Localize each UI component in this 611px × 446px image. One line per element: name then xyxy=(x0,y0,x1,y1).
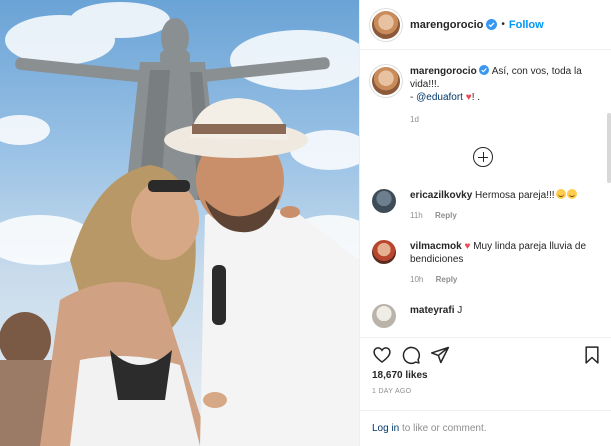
caption-avatar[interactable] xyxy=(372,67,400,95)
grinning-emoji-icon xyxy=(555,189,566,199)
author-line: marengorocio • Follow xyxy=(410,19,544,31)
caption: marengorocio Así, con vos, toda la vida!… xyxy=(372,65,597,126)
plus-circle-icon[interactable] xyxy=(473,147,493,167)
comment-item: ericazilkovky Hermosa pareja!!! 11h Repl… xyxy=(372,189,597,222)
caption-username[interactable]: marengorocio xyxy=(410,66,477,77)
commenter-avatar[interactable] xyxy=(372,189,396,213)
comments-section[interactable]: marengorocio Así, con vos, toda la vida!… xyxy=(360,51,611,337)
comment-time[interactable]: 11h xyxy=(410,211,423,220)
login-link[interactable]: Log in xyxy=(372,423,399,434)
comment-body: vilmacmok ♥ Muy linda pareja lluvia de b… xyxy=(410,240,597,286)
heart-emoji-icon: ♥ xyxy=(464,241,471,252)
author-avatar[interactable] xyxy=(372,10,400,39)
heart-icon[interactable] xyxy=(372,345,392,365)
comment-meta: 10h Reply xyxy=(410,273,597,286)
verified-badge-icon xyxy=(486,19,498,30)
comment-username[interactable]: vilmacmok xyxy=(410,241,462,252)
reply-button[interactable]: Reply xyxy=(435,211,457,220)
post-side-panel: marengorocio • Follow marengorocio Así, … xyxy=(359,0,611,446)
commenter-avatar[interactable] xyxy=(372,240,396,264)
comment-text: J xyxy=(457,305,463,316)
bookmark-icon[interactable] xyxy=(582,345,602,365)
commenter-avatar[interactable] xyxy=(372,304,396,328)
comment-username[interactable]: ericazilkovky xyxy=(410,190,472,201)
login-prompt-text: to like or comment. xyxy=(399,423,487,434)
photo-illustration xyxy=(0,2,359,446)
comment-text: Hermosa pareja!!! xyxy=(475,190,555,201)
caption-mention-link[interactable]: @eduafort xyxy=(416,92,463,103)
comment-icon[interactable] xyxy=(401,345,421,365)
comment-time[interactable]: 10h xyxy=(410,275,423,284)
caption-suffix: ! . xyxy=(471,92,481,103)
action-icons xyxy=(372,345,602,367)
comment-item: vilmacmok ♥ Muy linda pareja lluvia de b… xyxy=(372,240,597,286)
comments-scrollbar[interactable] xyxy=(607,113,611,183)
comment-meta: 11h Reply xyxy=(410,209,597,222)
post-header: marengorocio • Follow xyxy=(360,0,611,50)
reply-button[interactable]: Reply xyxy=(436,275,458,284)
author-username[interactable]: marengorocio xyxy=(410,19,483,31)
post-photo[interactable] xyxy=(0,0,359,446)
caption-time[interactable]: 1d xyxy=(410,113,597,126)
smiling-emoji-icon xyxy=(566,189,577,199)
post-date[interactable]: 1 DAY AGO xyxy=(372,388,411,395)
comment-username[interactable]: mateyrafi xyxy=(410,305,454,316)
verified-badge-icon xyxy=(479,65,490,75)
post-actions: 18,670 likes 1 DAY AGO Log in to like or… xyxy=(360,337,611,446)
login-prompt: Log in to like or comment. xyxy=(360,410,611,446)
separator-dot: • xyxy=(501,19,505,30)
share-icon[interactable] xyxy=(430,345,450,365)
likes-count[interactable]: 18,670 likes xyxy=(372,370,428,381)
caption-body: marengorocio Así, con vos, toda la vida!… xyxy=(410,65,597,126)
follow-button[interactable]: Follow xyxy=(509,19,544,31)
comment-item: mateyrafi J xyxy=(372,304,597,328)
comment-body: mateyrafi J xyxy=(410,304,597,317)
comment-body: ericazilkovky Hermosa pareja!!! 11h Repl… xyxy=(410,189,597,222)
